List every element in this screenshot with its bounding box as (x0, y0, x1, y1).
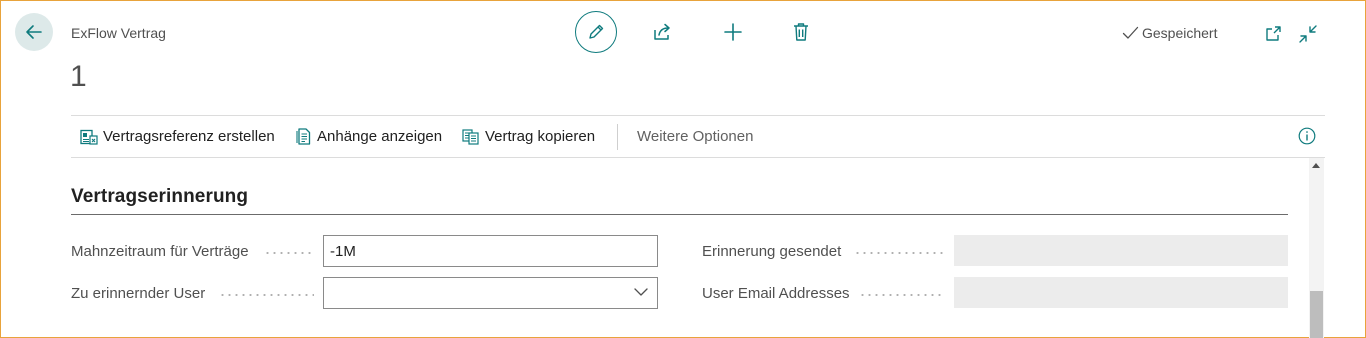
plus-icon (724, 23, 742, 41)
share-button[interactable] (649, 18, 677, 46)
info-icon (1298, 127, 1316, 145)
field-leader-dots (859, 294, 944, 296)
user-to-remind-select[interactable] (323, 277, 658, 309)
field-leader-dots (219, 294, 314, 296)
user-to-remind-label: Zu erinnernder User (71, 285, 206, 302)
pencil-icon (589, 24, 604, 39)
user-email-addresses-label: User Email Addresses (702, 285, 850, 302)
collapse-icon (1299, 25, 1317, 43)
page-actions (575, 11, 815, 53)
trash-icon (794, 23, 808, 41)
open-in-new-window-button[interactable] (1260, 20, 1288, 48)
reminder-sent-label: Erinnerung gesendet (702, 243, 842, 260)
new-button[interactable] (719, 18, 747, 46)
scrollbar-thumb[interactable] (1310, 291, 1323, 338)
show-attachments-action[interactable]: Anhänge anzeigen (296, 128, 442, 145)
vertical-scrollbar[interactable] (1309, 158, 1324, 338)
share-icon (654, 23, 670, 40)
delete-button[interactable] (787, 18, 815, 46)
page-caption: ExFlow Vertrag (71, 25, 166, 41)
back-button[interactable] (15, 13, 53, 51)
info-button[interactable] (1298, 127, 1316, 150)
more-options-label: Weitere Optionen (637, 128, 754, 145)
attachment-document-icon (296, 128, 311, 145)
open-in-new-window-icon (1266, 26, 1281, 41)
create-contract-reference-action[interactable]: Vertragsreferenz erstellen (80, 128, 275, 145)
action-bar: Vertragsreferenz erstellen Anhänge anzei… (71, 115, 1325, 158)
create-contract-reference-label: Vertragsreferenz erstellen (103, 128, 275, 145)
field-leader-dots (264, 252, 314, 254)
edit-button[interactable] (575, 11, 617, 53)
section-title[interactable]: Vertragserinnerung (71, 186, 248, 208)
show-attachments-label: Anhänge anzeigen (317, 128, 443, 145)
collapse-button[interactable] (1294, 20, 1322, 48)
section-divider (71, 214, 1288, 215)
action-bar-divider (617, 124, 618, 150)
field-leader-dots (854, 252, 944, 254)
contract-reference-icon (80, 129, 98, 145)
more-options-action[interactable]: Weitere Optionen (637, 128, 753, 145)
reminder-period-input[interactable]: -1M (323, 235, 658, 267)
saved-status-label: Gespeichert (1142, 25, 1218, 41)
copy-contract-action[interactable]: Vertrag kopieren (462, 128, 595, 145)
reminder-period-label: Mahnzeitraum für Verträge (71, 243, 249, 260)
record-title: 1 (70, 60, 87, 93)
user-email-addresses-field (954, 277, 1288, 308)
arrow-left-icon (26, 25, 42, 39)
scroll-up-arrow-icon[interactable] (1312, 163, 1320, 168)
checkmark-icon (1122, 26, 1139, 39)
copy-contract-label: Vertrag kopieren (485, 128, 596, 145)
chevron-down-icon (634, 288, 648, 296)
saved-status: Gespeichert (1122, 25, 1217, 41)
copy-document-icon (462, 128, 479, 145)
reminder-sent-field (954, 235, 1288, 266)
reminder-period-value: -1M (330, 243, 356, 260)
